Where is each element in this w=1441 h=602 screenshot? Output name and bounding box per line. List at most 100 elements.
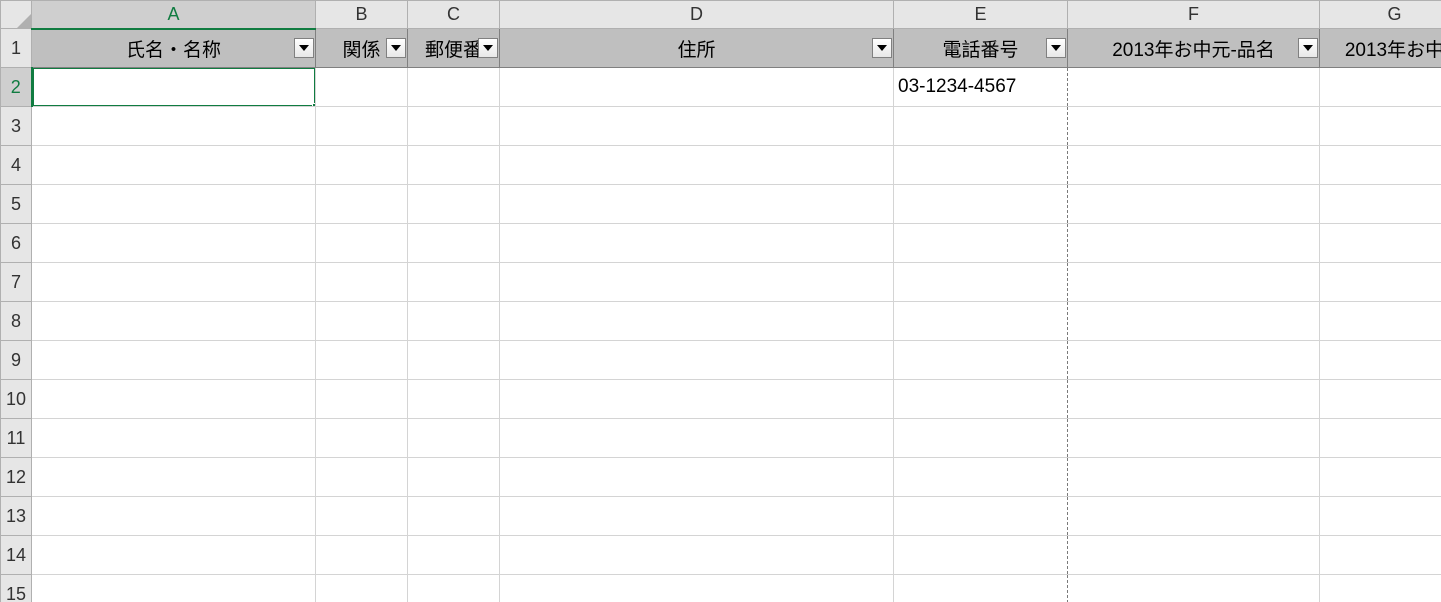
cell-G13[interactable] [1320, 497, 1441, 536]
row-header-14[interactable]: 14 [1, 536, 32, 575]
cell-D2[interactable] [500, 68, 894, 107]
cell-G2[interactable] [1320, 68, 1441, 107]
cell-D15[interactable] [500, 575, 894, 602]
cell-C15[interactable] [408, 575, 500, 602]
cell-B9[interactable] [316, 341, 408, 380]
cell-F13[interactable] [1068, 497, 1320, 536]
cell-F2[interactable] [1068, 68, 1320, 107]
row-header-12[interactable]: 12 [1, 458, 32, 497]
cell-G10[interactable] [1320, 380, 1441, 419]
filter-button-E[interactable] [1046, 38, 1066, 58]
cell-F12[interactable] [1068, 458, 1320, 497]
cell-E12[interactable] [894, 458, 1068, 497]
cell-F14[interactable] [1068, 536, 1320, 575]
cell-F10[interactable] [1068, 380, 1320, 419]
cell-C10[interactable] [408, 380, 500, 419]
column-header-D[interactable]: D [500, 1, 894, 29]
column-header-G[interactable]: G [1320, 1, 1441, 29]
cell-D1[interactable]: 住所 [500, 29, 894, 68]
cell-F11[interactable] [1068, 419, 1320, 458]
cell-F6[interactable] [1068, 224, 1320, 263]
cell-E4[interactable] [894, 146, 1068, 185]
cell-A15[interactable] [32, 575, 316, 602]
cell-D11[interactable] [500, 419, 894, 458]
cell-E7[interactable] [894, 263, 1068, 302]
cell-G15[interactable] [1320, 575, 1441, 602]
cell-C9[interactable] [408, 341, 500, 380]
cell-B6[interactable] [316, 224, 408, 263]
cell-E9[interactable] [894, 341, 1068, 380]
cell-A4[interactable] [32, 146, 316, 185]
cell-C13[interactable] [408, 497, 500, 536]
cell-B4[interactable] [316, 146, 408, 185]
cell-B7[interactable] [316, 263, 408, 302]
cell-F15[interactable] [1068, 575, 1320, 602]
cell-E14[interactable] [894, 536, 1068, 575]
cell-D14[interactable] [500, 536, 894, 575]
cell-A14[interactable] [32, 536, 316, 575]
cell-G14[interactable] [1320, 536, 1441, 575]
cell-C3[interactable] [408, 107, 500, 146]
cell-A10[interactable] [32, 380, 316, 419]
cell-A6[interactable] [32, 224, 316, 263]
cell-B10[interactable] [316, 380, 408, 419]
cell-E5[interactable] [894, 185, 1068, 224]
cell-B13[interactable] [316, 497, 408, 536]
row-header-3[interactable]: 3 [1, 107, 32, 146]
cell-A9[interactable] [32, 341, 316, 380]
cell-C14[interactable] [408, 536, 500, 575]
cell-E11[interactable] [894, 419, 1068, 458]
cell-G11[interactable] [1320, 419, 1441, 458]
cell-D5[interactable] [500, 185, 894, 224]
cell-B2[interactable] [316, 68, 408, 107]
cell-G12[interactable] [1320, 458, 1441, 497]
filter-button-D[interactable] [872, 38, 892, 58]
row-header-10[interactable]: 10 [1, 380, 32, 419]
cell-B5[interactable] [316, 185, 408, 224]
row-header-4[interactable]: 4 [1, 146, 32, 185]
cell-B15[interactable] [316, 575, 408, 602]
row-header-6[interactable]: 6 [1, 224, 32, 263]
cell-E8[interactable] [894, 302, 1068, 341]
column-header-B[interactable]: B [316, 1, 408, 29]
filter-button-F[interactable] [1298, 38, 1318, 58]
cell-D6[interactable] [500, 224, 894, 263]
cell-B8[interactable] [316, 302, 408, 341]
cell-F8[interactable] [1068, 302, 1320, 341]
cell-B14[interactable] [316, 536, 408, 575]
cell-D12[interactable] [500, 458, 894, 497]
filter-button-C[interactable] [478, 38, 498, 58]
cell-D8[interactable] [500, 302, 894, 341]
cell-D10[interactable] [500, 380, 894, 419]
select-all-corner[interactable] [1, 1, 32, 29]
spreadsheet-grid[interactable]: ABCDEFG1氏名・名称関係郵便番住所電話番号2013年お中元-品名2013年… [0, 0, 1441, 602]
row-header-1[interactable]: 1 [1, 29, 32, 68]
cell-G4[interactable] [1320, 146, 1441, 185]
filter-button-B[interactable] [386, 38, 406, 58]
cell-E10[interactable] [894, 380, 1068, 419]
cell-B3[interactable] [316, 107, 408, 146]
cell-C6[interactable] [408, 224, 500, 263]
cell-D7[interactable] [500, 263, 894, 302]
cell-C8[interactable] [408, 302, 500, 341]
cell-C2[interactable] [408, 68, 500, 107]
cell-A7[interactable] [32, 263, 316, 302]
column-header-C[interactable]: C [408, 1, 500, 29]
cell-A11[interactable] [32, 419, 316, 458]
cell-G9[interactable] [1320, 341, 1441, 380]
cell-G7[interactable] [1320, 263, 1441, 302]
row-header-7[interactable]: 7 [1, 263, 32, 302]
cell-E6[interactable] [894, 224, 1068, 263]
cell-E15[interactable] [894, 575, 1068, 602]
cell-E13[interactable] [894, 497, 1068, 536]
row-header-13[interactable]: 13 [1, 497, 32, 536]
cell-E3[interactable] [894, 107, 1068, 146]
cell-A2[interactable] [32, 68, 316, 107]
cell-A8[interactable] [32, 302, 316, 341]
cell-D9[interactable] [500, 341, 894, 380]
row-header-8[interactable]: 8 [1, 302, 32, 341]
row-header-5[interactable]: 5 [1, 185, 32, 224]
column-header-A[interactable]: A [32, 1, 316, 29]
cell-C4[interactable] [408, 146, 500, 185]
cell-A3[interactable] [32, 107, 316, 146]
